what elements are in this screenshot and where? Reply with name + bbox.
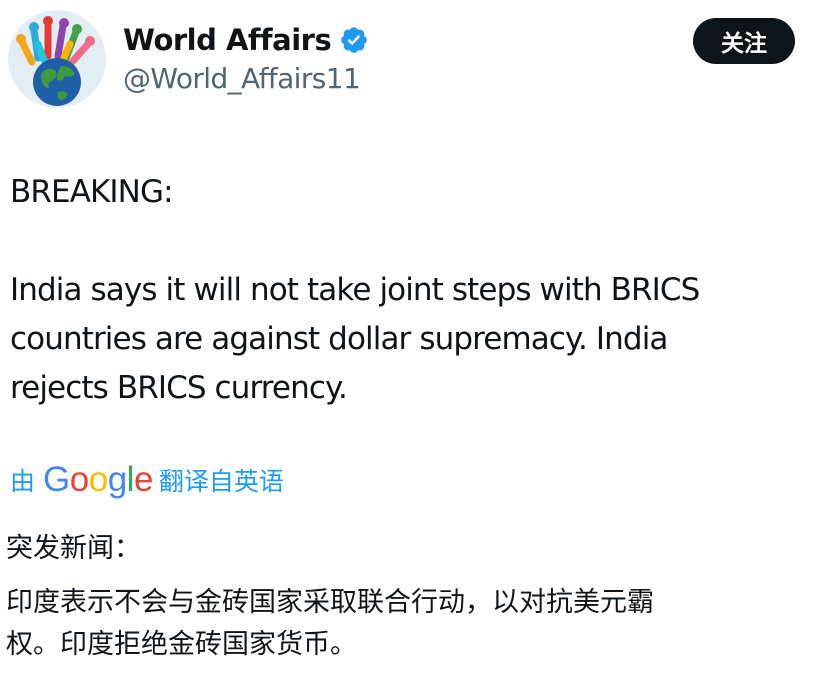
translated-text: 突发新闻： 印度表示不会与金砖国家采取联合行动，以对抗美元霸 权。印度拒绝金砖国… — [6, 528, 806, 666]
translated-heading: 突发新闻： — [6, 533, 141, 564]
translate-suffix: 翻译自英语 — [158, 467, 284, 496]
translate-prefix: 由 — [10, 467, 36, 496]
author-display-name[interactable]: World Affairs — [123, 23, 332, 57]
tweet-line: BREAKING: — [10, 174, 174, 210]
google-letter: o — [88, 460, 108, 499]
google-letter: l — [126, 460, 135, 499]
tweet-line: countries are against dollar supremacy. … — [10, 321, 668, 357]
verified-badge-icon — [341, 27, 368, 53]
google-logo: Google — [43, 460, 153, 500]
translated-by-google-link[interactable]: 由 Google 翻译自英语 — [10, 458, 284, 502]
google-letter: G — [43, 460, 70, 499]
google-letter: o — [69, 460, 89, 499]
follow-button[interactable]: 关注 — [693, 18, 795, 64]
author-name-row[interactable]: World Affairs — [123, 20, 369, 60]
google-letter: e — [133, 460, 153, 499]
tweet-line: India says it will not take joint steps … — [10, 272, 700, 308]
translated-line: 权。印度拒绝金砖国家货币。 — [6, 629, 357, 660]
tweet-text: BREAKING: India says it will not take jo… — [10, 168, 810, 413]
tweet-line: rejects BRICS currency. — [10, 370, 348, 406]
google-letter: g — [107, 460, 127, 499]
author-handle[interactable]: @World_Affairs11 — [123, 62, 361, 95]
translated-line: 印度表示不会与金砖国家采取联合行动，以对抗美元霸 — [6, 587, 654, 618]
globe-hands-avatar-icon — [8, 10, 106, 108]
avatar[interactable] — [8, 10, 106, 108]
